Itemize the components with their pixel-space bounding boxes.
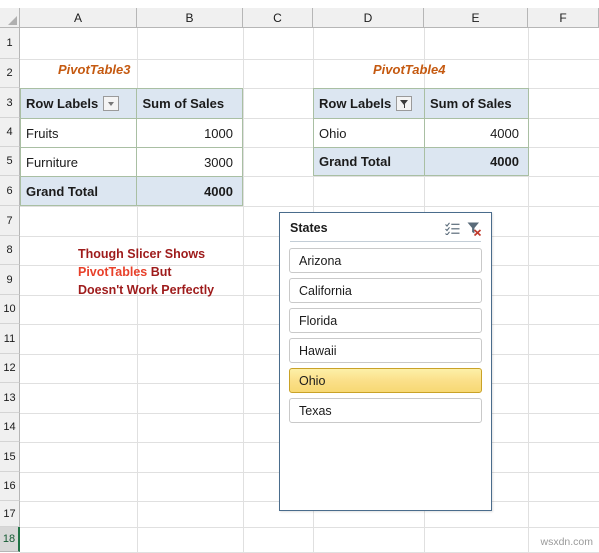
- row-header-18[interactable]: 18: [0, 527, 20, 552]
- pivottable3-row-1-value: 3000: [137, 148, 242, 177]
- clear-filter-icon[interactable]: [465, 219, 483, 237]
- multi-select-icon[interactable]: [443, 219, 461, 237]
- row-header-7[interactable]: 7: [0, 206, 20, 236]
- clear-filter-glyph: [467, 222, 482, 236]
- pivottable3-header-sum-of-sales: Sum of Sales: [137, 89, 242, 119]
- slicer-item-label: Arizona: [299, 253, 342, 268]
- slicer-item-label: Florida: [299, 313, 338, 328]
- row-header-2[interactable]: 2: [0, 59, 20, 88]
- annotation-line-3: Doesn't Work Perfectly: [78, 283, 215, 297]
- slicer-item-label: Ohio: [299, 373, 326, 388]
- grid-line-horizontal: [20, 206, 599, 207]
- slicer-item-texas[interactable]: Texas: [289, 398, 482, 423]
- chevron-down-icon[interactable]: [103, 96, 120, 111]
- pivottable4-grand-total-row[interactable]: Grand Total 4000: [314, 148, 528, 175]
- annotation-line-2-rest: But: [147, 265, 172, 279]
- row-header-13[interactable]: 13: [0, 383, 20, 413]
- row-header-15[interactable]: 15: [0, 442, 20, 472]
- row-header-8[interactable]: 8: [0, 236, 20, 265]
- slicer-item-list: Arizona California Florida Hawaii Ohio Texas: [280, 243, 491, 423]
- pivottable3-grand-total-label: Grand Total: [21, 177, 138, 205]
- pivottable3-header-row: Row Labels Sum of Sales: [21, 89, 242, 119]
- pivottable4-row-0-value: 4000: [425, 119, 528, 148]
- row-header-1[interactable]: 1: [0, 28, 20, 59]
- pivottable4-header-row-labels-text: Row Labels: [319, 96, 392, 111]
- slicer-item-florida[interactable]: Florida: [289, 308, 482, 333]
- annotation-highlight: PivotTables: [78, 265, 148, 279]
- row-header-3[interactable]: 3: [0, 88, 20, 118]
- slicer-header: States: [280, 213, 491, 243]
- column-header-e[interactable]: E: [424, 8, 528, 28]
- funnel-glyph: [399, 99, 409, 108]
- pivottable3-header-row-labels-text: Row Labels: [26, 96, 99, 111]
- pivottable3-row-0-label: Fruits: [21, 119, 138, 148]
- spreadsheet-grid: ABCDEF 1 2 3 4 5 6 7 8 9 10 11 12 13 14 15 16 17 18 Pivot…: [0, 0, 599, 553]
- annotation-line-1: Though Slicer Shows: [78, 247, 206, 261]
- pivottable4-grand-total-label: Grand Total: [314, 148, 425, 175]
- pivottable3-title: PivotTable3: [58, 62, 131, 77]
- pivottable3-row-0-value: 1000: [137, 119, 242, 148]
- grid-line-horizontal: [20, 59, 599, 60]
- watermark: wsxdn.com: [540, 536, 593, 548]
- slicer-item-label: Texas: [299, 403, 332, 418]
- pivottable4-header-row-labels[interactable]: Row Labels: [314, 89, 425, 119]
- pivottable4-header-row: Row Labels Sum of Sales: [314, 89, 528, 119]
- column-header-b[interactable]: B: [137, 8, 243, 28]
- row-header-17[interactable]: 17: [0, 501, 20, 527]
- table-row[interactable]: Fruits 1000: [21, 119, 242, 148]
- table-row[interactable]: Furniture 3000: [21, 148, 242, 177]
- grid-line-horizontal: [20, 527, 599, 528]
- slicer-states[interactable]: States Arizona California Florida Hawaii…: [279, 212, 492, 511]
- slicer-item-california[interactable]: California: [289, 278, 482, 303]
- pivottable3-grand-total-value: 4000: [137, 177, 242, 205]
- funnel-filter-icon[interactable]: [396, 96, 413, 111]
- column-header-c[interactable]: C: [243, 8, 313, 28]
- slicer-item-label: Hawaii: [299, 343, 337, 358]
- annotation-note: Though Slicer Shows PivotTables But Does…: [78, 245, 214, 299]
- row-header-16[interactable]: 16: [0, 472, 20, 501]
- slicer-item-ohio[interactable]: Ohio: [289, 368, 482, 393]
- pivottable4[interactable]: Row Labels Sum of Sales Ohio 4000 Grand …: [313, 88, 529, 176]
- row-header-14[interactable]: 14: [0, 413, 20, 442]
- row-header-11[interactable]: 11: [0, 324, 20, 354]
- pivottable3[interactable]: Row Labels Sum of Sales Fruits 1000 Furn…: [20, 88, 243, 206]
- row-header-6[interactable]: 6: [0, 176, 20, 206]
- row-header-9[interactable]: 9: [0, 265, 20, 295]
- pivottable4-grand-total-value: 4000: [425, 148, 528, 175]
- slicer-header-divider: [290, 241, 481, 242]
- row-header-5[interactable]: 5: [0, 147, 20, 176]
- pivottable3-row-1-label: Furniture: [21, 148, 138, 177]
- table-row[interactable]: Ohio 4000: [314, 119, 528, 148]
- grid-line-vertical: [243, 28, 244, 552]
- column-header-d[interactable]: D: [313, 8, 424, 28]
- pivottable4-header-sum-of-sales: Sum of Sales: [425, 89, 528, 119]
- row-header-10[interactable]: 10: [0, 295, 20, 324]
- slicer-title: States: [290, 221, 328, 235]
- slicer-item-arizona[interactable]: Arizona: [289, 248, 482, 273]
- annotation-line-2: PivotTables But: [78, 263, 214, 281]
- select-all-triangle-icon: [8, 16, 17, 25]
- pivottable3-header-row-labels[interactable]: Row Labels: [21, 89, 138, 119]
- row-header-4[interactable]: 4: [0, 118, 20, 147]
- pivottable4-title: PivotTable4: [373, 62, 446, 77]
- multi-select-glyph: [444, 221, 459, 235]
- slicer-item-hawaii[interactable]: Hawaii: [289, 338, 482, 363]
- column-header-a[interactable]: A: [20, 8, 137, 28]
- pivottable3-grand-total-row[interactable]: Grand Total 4000: [21, 177, 242, 205]
- select-all-button[interactable]: [0, 8, 20, 28]
- slicer-item-label: California: [299, 283, 352, 298]
- caret-glyph: [108, 101, 115, 106]
- pivottable4-row-0-label: Ohio: [314, 119, 425, 148]
- column-header-f[interactable]: F: [528, 8, 599, 28]
- row-header-12[interactable]: 12: [0, 354, 20, 383]
